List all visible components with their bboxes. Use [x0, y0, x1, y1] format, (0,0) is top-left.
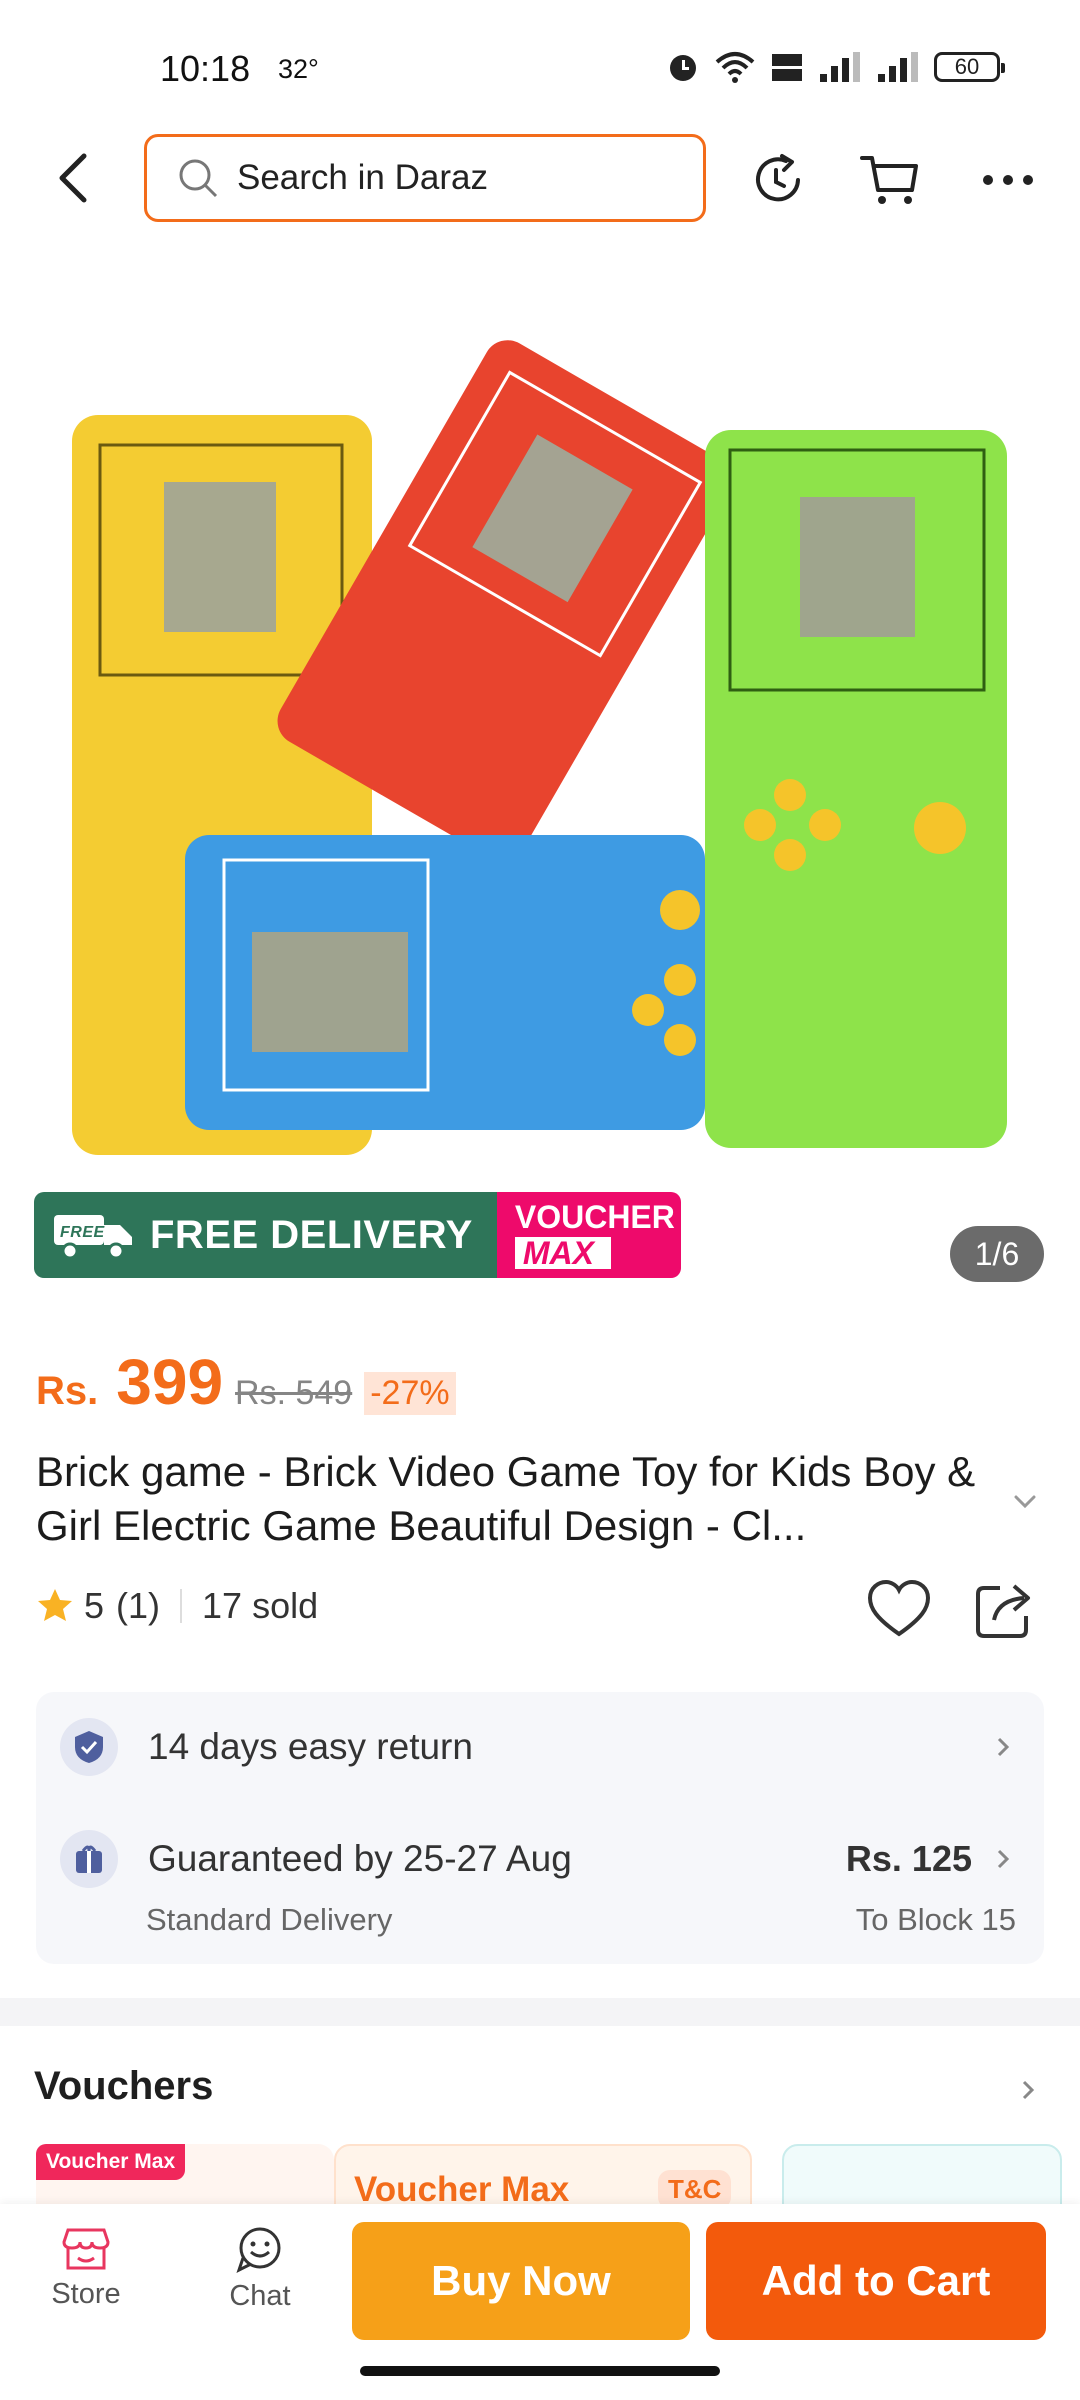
voucher-max-tag: Voucher Max: [36, 2144, 186, 2180]
chevron-right-icon[interactable]: [1014, 2076, 1042, 2104]
cart-icon[interactable]: [858, 148, 922, 212]
chat-button[interactable]: Chat: [200, 2226, 320, 2313]
signal-2-icon: [878, 52, 918, 82]
status-bar: 10:18 32° 60: [0, 0, 1080, 130]
volte-icon: [772, 54, 802, 81]
voucher-max-badge: VOUCHER MAX: [496, 1192, 681, 1278]
star-icon: [38, 1589, 72, 1621]
alarm-icon: [670, 55, 696, 81]
temperature: 32°: [278, 54, 319, 84]
search-icon: [179, 159, 218, 198]
max-label: MAX: [514, 1237, 611, 1269]
sold-count: 17 sold: [202, 1585, 319, 1626]
service-card: 14 days easy return Guaranteed by 25-27 …: [36, 1692, 1044, 1964]
price-row: Rs. 399 Rs. 549 -27%: [36, 1345, 456, 1419]
heart-icon[interactable]: [866, 1578, 932, 1640]
vouchers-heading[interactable]: Vouchers: [34, 2064, 213, 2109]
truck-label: FREE: [60, 1224, 106, 1241]
return-policy-text: 14 days easy return: [148, 1726, 473, 1767]
store-label: Store: [51, 2278, 121, 2310]
top-nav: Search in Daraz: [0, 130, 1080, 230]
rating-count: (1): [116, 1585, 161, 1626]
chevron-right-icon[interactable]: [990, 1734, 1016, 1760]
section-divider: [0, 1998, 1080, 2026]
search-input[interactable]: Search in Daraz: [144, 134, 706, 222]
chevron-down-icon[interactable]: [1008, 1485, 1042, 1519]
original-price: Rs. 549: [235, 1374, 353, 1412]
chat-icon: [236, 2227, 281, 2273]
clock: 10:18: [160, 48, 251, 89]
back-arrow-icon[interactable]: [46, 148, 106, 208]
battery-level: 60: [954, 54, 980, 79]
rating-value: 5: [84, 1585, 105, 1626]
home-indicator[interactable]: [360, 2366, 720, 2376]
brick-game-illustration: [72, 340, 1007, 1155]
search-placeholder: Search in Daraz: [237, 158, 488, 197]
delivery-type: Standard Delivery: [146, 1902, 393, 1937]
signal-icon: [820, 52, 860, 82]
battery-indicator: 60: [934, 52, 1005, 82]
return-policy-row[interactable]: 14 days easy return: [60, 1718, 473, 1776]
product-image[interactable]: [0, 240, 1080, 1300]
delivery-guarantee: Guaranteed by 25-27 Aug: [148, 1838, 572, 1879]
delivery-destination: To Block 15: [855, 1902, 1016, 1937]
voucher-label: VOUCHER: [514, 1199, 675, 1235]
free-delivery-label-box: FREE FREE DELIVERY: [34, 1192, 497, 1278]
shield-icon: [60, 1718, 118, 1776]
more-icon[interactable]: [976, 148, 1040, 212]
store-icon: [62, 2228, 110, 2270]
chat-label: Chat: [229, 2280, 291, 2312]
add-to-cart-button[interactable]: Add to Cart: [706, 2222, 1046, 2340]
truck-icon: FREE: [54, 1215, 132, 1260]
discount-badge: -27%: [364, 1372, 456, 1415]
status-icons: 60: [666, 50, 1005, 84]
image-counter: 1/6: [950, 1226, 1044, 1282]
free-delivery-badge: FREE FREE DELIVERY VOUCHER MAX: [34, 1192, 681, 1278]
free-delivery-label: FREE DELIVERY: [150, 1212, 473, 1257]
current-price: 399: [116, 1346, 224, 1418]
wifi-icon: [715, 52, 755, 83]
delivery-row[interactable]: Guaranteed by 25-27 Aug: [60, 1830, 572, 1888]
store-button[interactable]: Store: [26, 2226, 146, 2311]
product-title[interactable]: Brick game - Brick Video Game Toy for Ki…: [36, 1445, 1016, 1553]
chevron-right-icon[interactable]: [990, 1846, 1016, 1872]
share-icon[interactable]: [974, 1578, 1034, 1640]
buy-now-button[interactable]: Buy Now: [352, 2222, 690, 2340]
rating-row[interactable]: 5 (1) 17 sold: [36, 1585, 318, 1627]
history-icon[interactable]: [746, 148, 810, 212]
divider: [180, 1589, 183, 1623]
delivery-fee: Rs. 125: [845, 1838, 972, 1879]
currency: Rs.: [36, 1369, 99, 1413]
package-icon: [60, 1830, 118, 1888]
